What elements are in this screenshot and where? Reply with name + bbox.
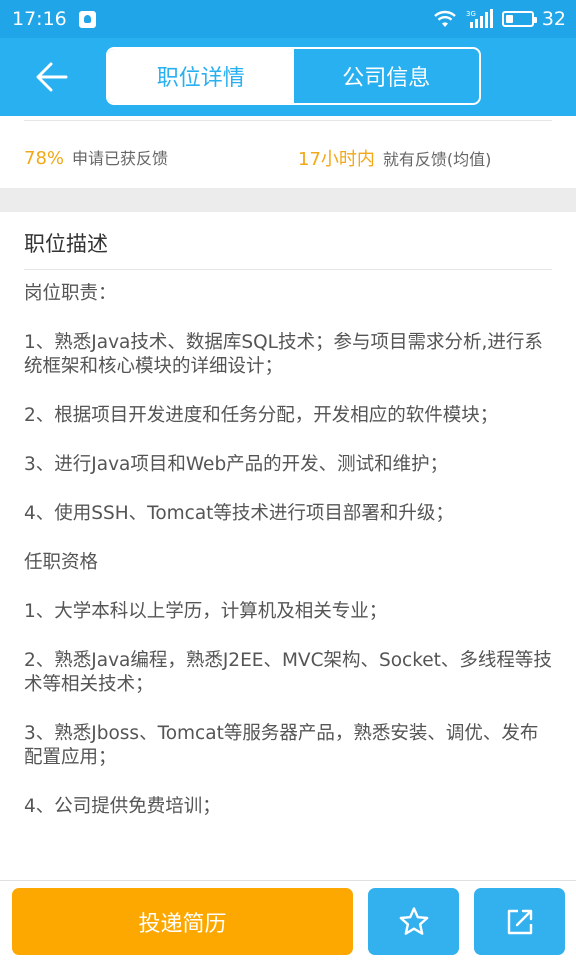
star-icon: [399, 906, 428, 935]
apply-resume-button[interactable]: 投递简历: [12, 888, 353, 955]
back-button[interactable]: [28, 54, 76, 100]
cell-signal-icon: 3G: [466, 9, 494, 29]
status-bar: 17:16 3G 32: [0, 0, 576, 38]
description-paragraph: 2、熟悉Java编程，熟悉J2EE、MVC架构、Socket、多线程等技术等相关…: [24, 650, 552, 695]
notification-app-icon: [78, 10, 96, 28]
battery-icon: [501, 11, 537, 27]
description-paragraph: 岗位职责：: [24, 283, 117, 304]
feedback-time-value: 17小时内: [298, 149, 375, 170]
feedback-rate-value: 78%: [24, 148, 65, 169]
divider: [24, 269, 552, 270]
wifi-icon: [432, 9, 458, 29]
description-paragraph: 3、熟悉Jboss、Tomcat等服务器产品，熟悉安装、调优、发布配置应用；: [24, 723, 539, 768]
svg-text:3G: 3G: [466, 10, 476, 18]
description-body: 岗位职责： 1、熟悉Java技术、数据库SQL技术；参与项目需求分析,进行系统框…: [24, 282, 552, 819]
bottom-action-bar: 投递简历: [0, 880, 576, 960]
section-title: 职位描述: [24, 232, 108, 256]
back-arrow-icon: [36, 62, 68, 92]
tab-switcher: 职位详情 公司信息: [106, 47, 481, 105]
description-paragraph: 2、根据项目开发进度和任务分配，开发相应的软件模块；: [24, 405, 499, 426]
share-icon: [507, 909, 532, 934]
battery-level: 32: [541, 8, 566, 30]
share-button[interactable]: [474, 888, 565, 955]
status-time: 17:16: [12, 8, 67, 30]
description-paragraph: 任职资格: [24, 552, 99, 573]
feedback-rate-label: 申请已获反馈: [72, 149, 169, 168]
description-paragraph: 4、公司提供免费培训；: [24, 796, 221, 817]
description-paragraph: 3、进行Java项目和Web产品的开发、测试和维护；: [24, 454, 449, 475]
status-indicators: 3G 32: [432, 8, 566, 30]
description-paragraph: 1、大学本科以上学历，计算机及相关专业；: [24, 601, 388, 622]
feedback-stats: 78% 申请已获反馈 17小时内 就有反馈(均值): [0, 121, 576, 188]
tab-company-info[interactable]: 公司信息: [294, 49, 480, 103]
tab-job-details[interactable]: 职位详情: [108, 49, 294, 103]
feedback-time-label: 就有反馈(均值): [382, 150, 492, 169]
feedback-time: 17小时内 就有反馈(均值): [298, 145, 491, 171]
description-paragraph: 1、熟悉Java技术、数据库SQL技术；参与项目需求分析,进行系统框架和核心模块…: [24, 332, 543, 377]
section-separator: [0, 188, 576, 212]
feedback-rate: 78% 申请已获反馈: [24, 145, 168, 169]
header: 职位详情 公司信息: [0, 38, 576, 116]
favorite-button[interactable]: [368, 888, 459, 955]
job-description-section: 职位描述 岗位职责： 1、熟悉Java技术、数据库SQL技术；参与项目需求分析,…: [0, 212, 576, 880]
description-paragraph: 4、使用SSH、Tomcat等技术进行项目部署和升级；: [24, 503, 454, 524]
